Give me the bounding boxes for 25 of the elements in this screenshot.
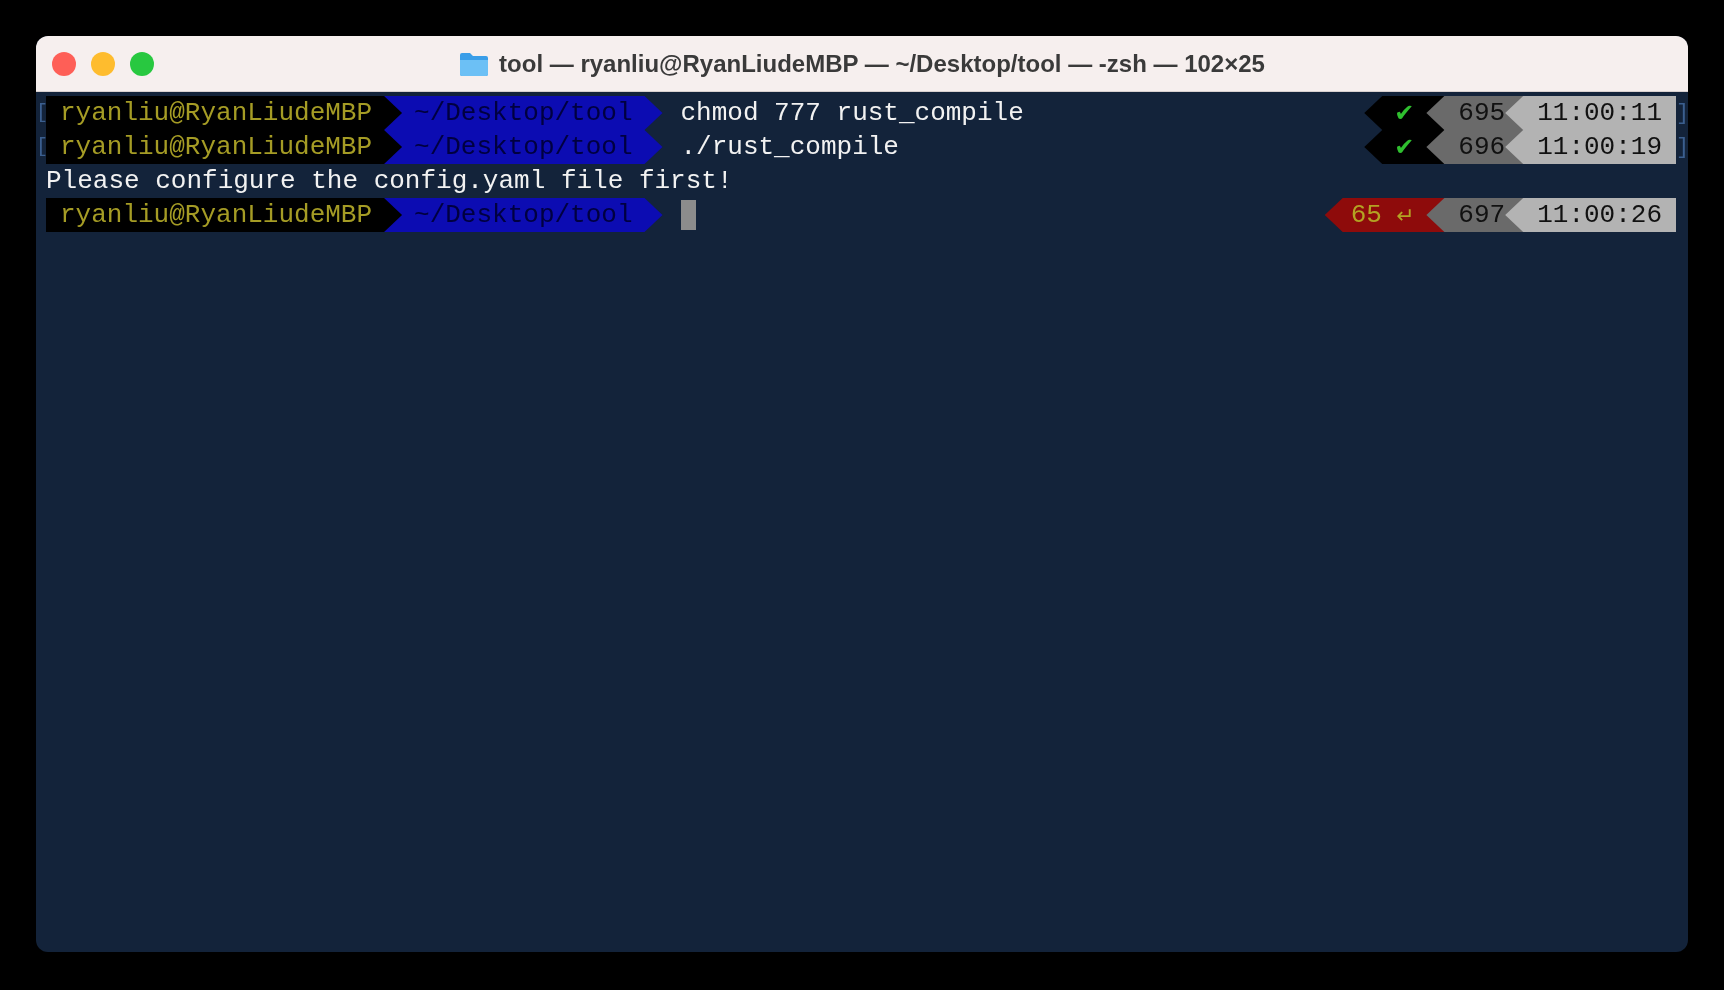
success-check: ✔ [1394, 132, 1415, 163]
prompt-user: ryanliu@RyanLiudeMBP [46, 198, 403, 232]
exit-code: 65 [1350, 198, 1382, 232]
close-button[interactable] [52, 52, 76, 76]
output-text: Please configure the config.yaml file first! [46, 164, 733, 198]
prompt-path: ~/Desktop/tool [384, 96, 663, 130]
prompt-time: 11:00:26 [1505, 198, 1676, 232]
prompt-user: ryanliu@RyanLiudeMBP [46, 130, 403, 164]
bracket: [ [36, 100, 42, 126]
prompt-time: 11:00:19 [1505, 130, 1676, 164]
folder-icon [459, 50, 490, 77]
bracket: [ [36, 134, 42, 160]
minimize-button[interactable] [91, 52, 115, 76]
bracket: ] [1676, 99, 1688, 128]
command-text: chmod 777 rust_compile [680, 96, 1024, 130]
command-text: ./rust_compile [680, 130, 899, 164]
prompt-path: ~/Desktop/tool [384, 130, 663, 164]
return-symbol: ↵ [1395, 201, 1415, 230]
prompt-user: ryanliu@RyanLiudeMBP [46, 96, 403, 130]
prompt-path: ~/Desktop/tool [384, 198, 663, 232]
prompt-time: 11:00:11 [1505, 96, 1676, 130]
zoom-button[interactable] [130, 52, 154, 76]
bracket: ] [1676, 133, 1688, 162]
window-title: tool — ryanliu@RyanLiudeMBP — ~/Desktop/tool — -zsh — 102×25 [499, 48, 1265, 79]
success-check: ✔ [1394, 98, 1415, 129]
